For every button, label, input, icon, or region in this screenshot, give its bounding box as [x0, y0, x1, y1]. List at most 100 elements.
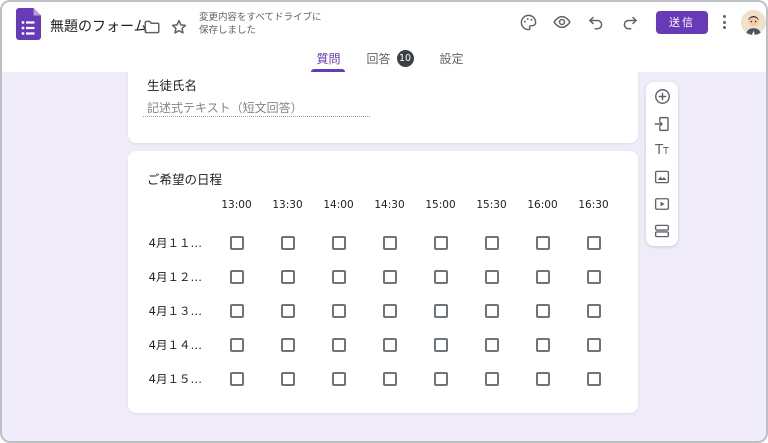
add-section-button[interactable]: [648, 219, 676, 243]
tab-settings[interactable]: 設定: [438, 45, 466, 72]
folder-icon: [143, 18, 161, 36]
grid-col-header-14:30: 14:30: [364, 184, 415, 226]
grid-cell: [364, 226, 415, 260]
grid-cell: [568, 226, 619, 260]
checkbox[interactable]: [230, 236, 244, 250]
checkbox[interactable]: [587, 338, 601, 352]
tab-questions-label: 質問: [316, 50, 340, 67]
tab-responses-label: 回答: [366, 50, 390, 67]
checkbox[interactable]: [434, 338, 448, 352]
checkbox[interactable]: [383, 270, 397, 284]
grid-corner-cell: [128, 184, 211, 226]
checkbox[interactable]: [332, 338, 346, 352]
tab-settings-label: 設定: [440, 50, 464, 67]
grid-cell: [262, 328, 313, 362]
grid-col-header-14:00: 14:00: [313, 184, 364, 226]
add-question-button[interactable]: [648, 85, 676, 109]
tab-responses[interactable]: 回答 10: [364, 45, 415, 72]
grid-cell: [517, 294, 568, 328]
grid-col-header-15:30: 15:30: [466, 184, 517, 226]
checkbox[interactable]: [536, 270, 550, 284]
forms-logo-icon[interactable]: [16, 8, 41, 40]
checkbox[interactable]: [281, 372, 295, 386]
short-answer-placeholder: 記述式テキスト（短文回答）: [147, 99, 303, 116]
add-section-icon: [653, 222, 671, 240]
add-title-icon: TT: [655, 143, 669, 158]
google-forms-window: 無題のフォーム 変更内容をすべてドライブに 保存しました: [0, 0, 768, 443]
checkbox[interactable]: [230, 270, 244, 284]
add-video-button[interactable]: [648, 192, 676, 216]
checkbox[interactable]: [536, 304, 550, 318]
checkbox[interactable]: [332, 236, 346, 250]
grid-col-header-16:00: 16:00: [517, 184, 568, 226]
star-button[interactable]: [166, 14, 192, 40]
grid-cell: [415, 294, 466, 328]
checkbox[interactable]: [485, 338, 499, 352]
import-questions-icon: [653, 115, 671, 133]
checkbox[interactable]: [434, 372, 448, 386]
checkbox[interactable]: [230, 304, 244, 318]
checkbox[interactable]: [332, 270, 346, 284]
grid-cell: [466, 294, 517, 328]
grid-row-label-2: 4月１２…: [128, 260, 211, 294]
theme-customize-button[interactable]: [514, 8, 542, 36]
move-to-folder-button[interactable]: [139, 14, 165, 40]
checkbox[interactable]: [587, 236, 601, 250]
add-image-icon: [653, 168, 671, 186]
save-status: 変更内容をすべてドライブに 保存しました: [199, 12, 321, 37]
checkbox[interactable]: [383, 236, 397, 250]
app-header: 無題のフォーム 変更内容をすべてドライブに 保存しました: [2, 2, 766, 72]
checkbox[interactable]: [281, 236, 295, 250]
checkbox[interactable]: [587, 372, 601, 386]
import-questions-button[interactable]: [648, 112, 676, 136]
send-button[interactable]: 送信: [656, 11, 708, 34]
form-title[interactable]: 無題のフォーム: [50, 16, 148, 36]
tab-questions[interactable]: 質問: [314, 45, 342, 72]
grid-cell: [517, 328, 568, 362]
grid-cell: [262, 362, 313, 396]
checkbox[interactable]: [536, 372, 550, 386]
checkbox[interactable]: [536, 236, 550, 250]
add-image-button[interactable]: [648, 165, 676, 189]
checkbox[interactable]: [281, 338, 295, 352]
question-card-student-name[interactable]: 生徒氏名 記述式テキスト（短文回答）: [128, 72, 638, 143]
grid-row-label-5: 4月１５…: [128, 362, 211, 396]
checkbox[interactable]: [587, 304, 601, 318]
question-toolbar: TT: [646, 82, 678, 246]
checkbox[interactable]: [281, 304, 295, 318]
checkbox[interactable]: [434, 270, 448, 284]
checkbox[interactable]: [383, 304, 397, 318]
kebab-menu-button[interactable]: [712, 9, 736, 35]
redo-button[interactable]: [616, 8, 644, 36]
grid-row-label-3: 4月１３…: [128, 294, 211, 328]
grid-cell: [262, 260, 313, 294]
add-title-button[interactable]: TT: [648, 139, 676, 163]
responses-count-badge: 10: [397, 50, 414, 67]
grid-cell: [211, 260, 262, 294]
grid-cell: [415, 362, 466, 396]
grid-cell: [313, 362, 364, 396]
grid-cell: [211, 328, 262, 362]
checkbox[interactable]: [536, 338, 550, 352]
checkbox[interactable]: [485, 372, 499, 386]
checkbox[interactable]: [230, 338, 244, 352]
undo-button[interactable]: [582, 8, 610, 36]
checkbox[interactable]: [230, 372, 244, 386]
checkbox[interactable]: [587, 270, 601, 284]
checkbox[interactable]: [434, 236, 448, 250]
checkbox[interactable]: [485, 236, 499, 250]
checkbox[interactable]: [485, 304, 499, 318]
grid-row-label-1: 4月１１…: [128, 226, 211, 260]
preview-button[interactable]: [548, 8, 576, 36]
checkbox[interactable]: [332, 304, 346, 318]
question-title[interactable]: 生徒氏名: [147, 75, 197, 94]
checkbox[interactable]: [281, 270, 295, 284]
checkbox[interactable]: [383, 338, 397, 352]
checkbox[interactable]: [485, 270, 499, 284]
question-card-schedule[interactable]: ご希望の日程 13:0013:3014:0014:3015:0015:3016:…: [128, 151, 638, 413]
checkbox[interactable]: [434, 304, 448, 318]
avatar[interactable]: [741, 10, 766, 35]
checkbox[interactable]: [332, 372, 346, 386]
grid-cell: [313, 328, 364, 362]
checkbox[interactable]: [383, 372, 397, 386]
